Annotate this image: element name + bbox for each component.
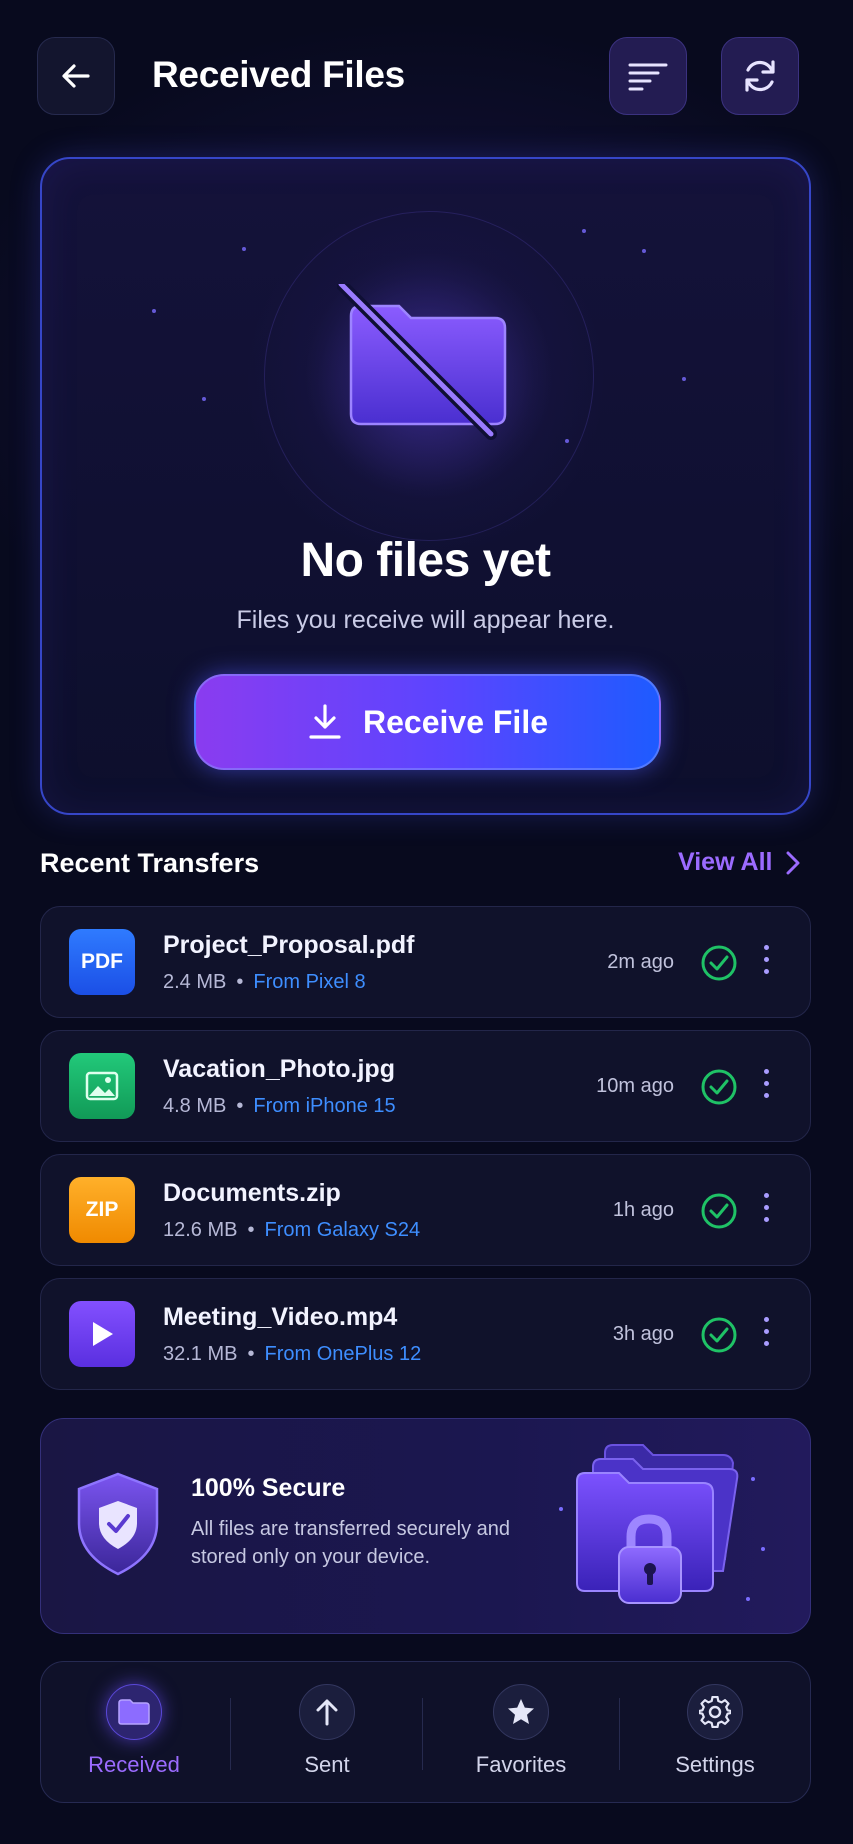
file-meta: 2.4 MB • From Pixel 8 bbox=[163, 971, 366, 994]
recent-transfers-title: Recent Transfers bbox=[40, 848, 260, 878]
nav-divider bbox=[619, 1698, 620, 1770]
bottom-navigation: Received Sent Favorites Settings bbox=[40, 1661, 811, 1803]
transfer-row[interactable]: ZIP Documents.zip 12.6 MB • From Galaxy … bbox=[40, 1154, 811, 1266]
nav-icon-wrapper bbox=[106, 1684, 162, 1740]
nav-icon-wrapper bbox=[493, 1684, 549, 1740]
security-info-card: 100% Secure All files are transferred se… bbox=[40, 1418, 811, 1634]
check-circle-icon bbox=[701, 1317, 737, 1353]
secure-title: 100% Secure bbox=[191, 1474, 346, 1502]
more-options-icon[interactable] bbox=[759, 1317, 773, 1353]
file-name: Documents.zip bbox=[163, 1179, 341, 1207]
meta-separator: • bbox=[247, 1219, 255, 1241]
receive-file-button[interactable]: Receive File bbox=[194, 674, 661, 770]
empty-title: No files yet bbox=[300, 534, 551, 587]
play-glyph-icon bbox=[93, 1322, 113, 1346]
gear-icon bbox=[699, 1696, 731, 1728]
file-source: From Galaxy S24 bbox=[264, 1219, 421, 1241]
receive-file-label: Receive File bbox=[363, 703, 548, 740]
secure-description: All files are transferred securely and s… bbox=[191, 1518, 511, 1568]
page-title: Received Files bbox=[152, 54, 405, 95]
file-size: 12.6 MB bbox=[163, 1219, 238, 1241]
check-circle-icon bbox=[701, 1069, 737, 1105]
empty-folder-icon bbox=[337, 284, 507, 440]
file-type-label: PDF bbox=[81, 950, 123, 973]
nav-label: Sent bbox=[304, 1752, 350, 1777]
pdf-icon: PDF bbox=[69, 929, 135, 995]
more-options-icon[interactable] bbox=[759, 1069, 773, 1105]
view-all-label: View All bbox=[678, 848, 773, 876]
nav-label: Settings bbox=[675, 1752, 755, 1777]
check-circle-icon bbox=[701, 945, 737, 981]
folder-icon bbox=[118, 1699, 150, 1725]
nav-divider bbox=[230, 1698, 231, 1770]
empty-subtitle: Files you receive will appear here. bbox=[236, 606, 615, 634]
transfer-row[interactable]: Vacation_Photo.jpg 4.8 MB • From iPhone … bbox=[40, 1030, 811, 1142]
locked-folder-illustration-icon bbox=[559, 1444, 765, 1604]
file-time: 2m ago bbox=[607, 951, 674, 973]
sort-filter-button[interactable] bbox=[609, 37, 687, 115]
zip-icon: ZIP bbox=[69, 1177, 135, 1243]
transfer-row[interactable]: Meeting_Video.mp4 32.1 MB • From OnePlus… bbox=[40, 1278, 811, 1390]
refresh-icon bbox=[745, 60, 775, 92]
file-name: Project_Proposal.pdf bbox=[163, 931, 415, 959]
image-icon bbox=[69, 1053, 135, 1119]
file-time: 1h ago bbox=[612, 1199, 674, 1221]
nav-divider bbox=[422, 1698, 423, 1770]
check-circle-icon bbox=[701, 1193, 737, 1229]
file-name: Meeting_Video.mp4 bbox=[163, 1303, 398, 1331]
sparkle bbox=[642, 249, 646, 253]
nav-item-sent[interactable]: Sent bbox=[237, 1684, 417, 1778]
file-source: From iPhone 15 bbox=[253, 1095, 396, 1117]
view-all-link[interactable]: View All bbox=[678, 848, 800, 877]
nav-icon-wrapper bbox=[299, 1684, 355, 1740]
meta-separator: • bbox=[247, 1343, 255, 1365]
file-size: 4.8 MB bbox=[163, 1095, 227, 1117]
sparkle bbox=[565, 439, 569, 443]
file-time: 3h ago bbox=[612, 1323, 674, 1345]
refresh-button[interactable] bbox=[721, 37, 799, 115]
transfer-row[interactable]: PDF Project_Proposal.pdf 2.4 MB • From P… bbox=[40, 906, 811, 1018]
shield-icon bbox=[77, 1472, 159, 1576]
download-icon bbox=[309, 704, 341, 739]
more-options-icon[interactable] bbox=[759, 1193, 773, 1229]
file-type-label: ZIP bbox=[85, 1198, 119, 1221]
chevron-right-icon bbox=[786, 851, 800, 874]
meta-separator: • bbox=[236, 971, 244, 993]
star-icon bbox=[508, 1699, 534, 1724]
sparkle bbox=[202, 397, 206, 401]
nav-label: Favorites bbox=[475, 1752, 567, 1777]
sparkle bbox=[242, 247, 246, 251]
file-size: 2.4 MB bbox=[163, 971, 227, 993]
sparkle bbox=[582, 229, 586, 233]
nav-icon-wrapper bbox=[687, 1684, 743, 1740]
sparkle bbox=[152, 309, 156, 313]
file-meta: 12.6 MB • From Galaxy S24 bbox=[163, 1219, 420, 1242]
file-source: From OnePlus 12 bbox=[264, 1343, 422, 1365]
image-glyph-icon bbox=[85, 1071, 119, 1101]
file-meta: 4.8 MB • From iPhone 15 bbox=[163, 1095, 396, 1118]
play-icon bbox=[69, 1301, 135, 1367]
sparkle bbox=[682, 377, 686, 381]
file-source: From Pixel 8 bbox=[253, 971, 366, 993]
file-size: 32.1 MB bbox=[163, 1343, 238, 1365]
sort-icon bbox=[628, 63, 668, 91]
nav-item-received[interactable]: Received bbox=[44, 1684, 224, 1778]
arrow-left-icon bbox=[62, 64, 90, 88]
empty-state-card: No files yet Files you receive will appe… bbox=[40, 157, 811, 815]
file-meta: 32.1 MB • From OnePlus 12 bbox=[163, 1343, 421, 1366]
meta-separator: • bbox=[236, 1095, 244, 1117]
nav-label: Received bbox=[88, 1752, 180, 1777]
nav-item-settings[interactable]: Settings bbox=[625, 1684, 805, 1778]
nav-item-favorites[interactable]: Favorites bbox=[431, 1684, 611, 1778]
file-time: 10m ago bbox=[596, 1075, 674, 1097]
more-options-icon[interactable] bbox=[759, 945, 773, 981]
back-button[interactable] bbox=[37, 37, 115, 115]
file-name: Vacation_Photo.jpg bbox=[163, 1055, 395, 1083]
arrow-up-icon bbox=[316, 1699, 338, 1726]
